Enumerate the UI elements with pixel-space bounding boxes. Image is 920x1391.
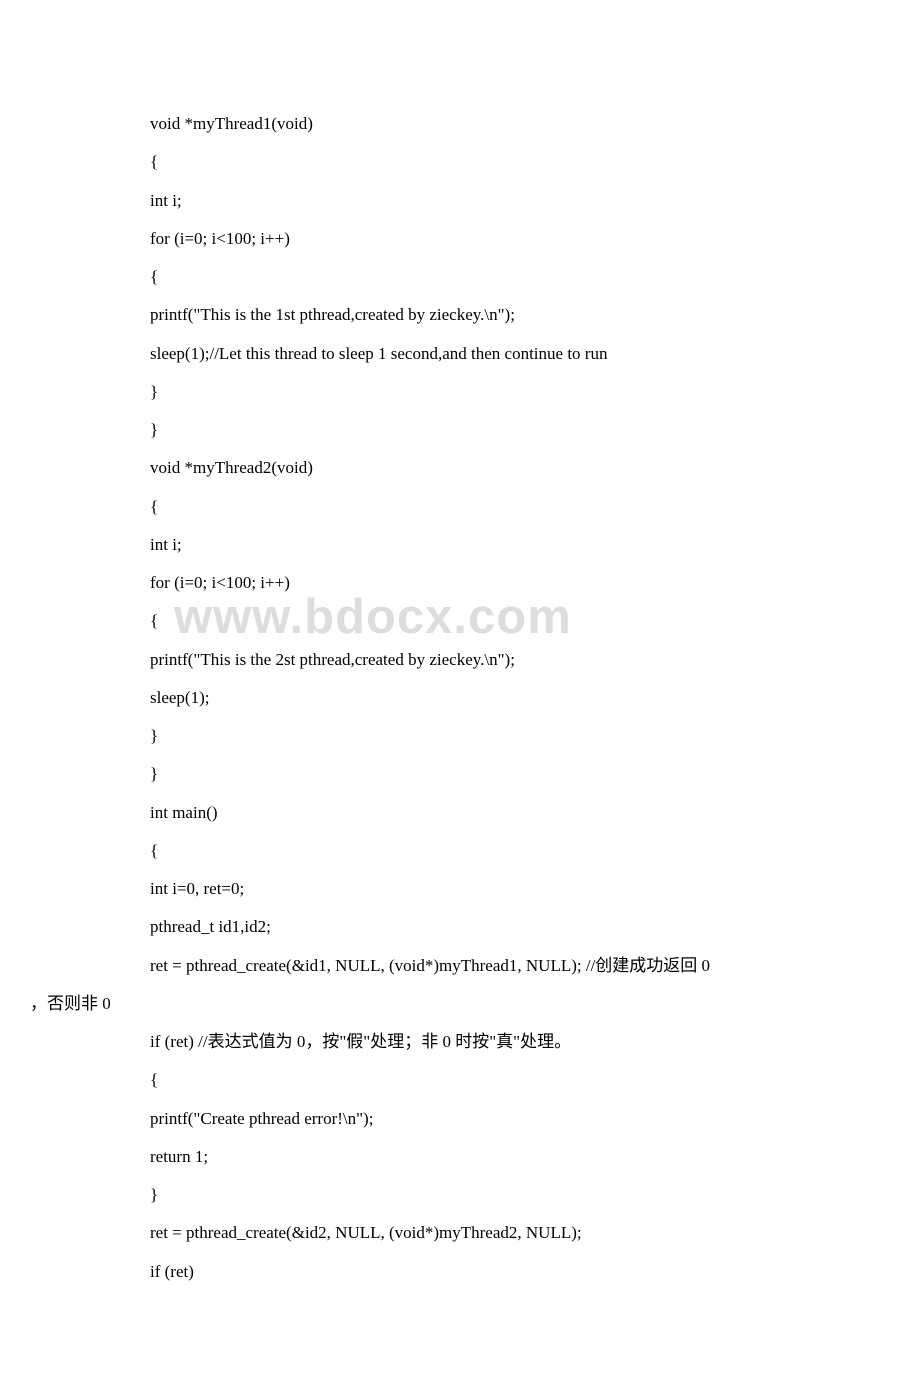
code-line: int i=0, ret=0; [150,870,860,908]
code-line: } [150,1176,860,1214]
code-line: { [150,832,860,870]
code-line: void *myThread1(void) [150,105,860,143]
code-line: ，否则非 0 [30,985,860,1023]
code-line: { [150,143,860,181]
code-line: } [150,373,860,411]
code-line: } [150,411,860,449]
code-line: return 1; [150,1138,860,1176]
code-line: { [150,602,860,640]
code-line: int i; [150,526,860,564]
code-line: printf("Create pthread error!\n"); [150,1100,860,1138]
code-line: printf("This is the 1st pthread,created … [150,296,860,334]
code-line: void *myThread2(void) [150,449,860,487]
code-line: { [150,1061,860,1099]
code-line: sleep(1);//Let this thread to sleep 1 se… [150,335,860,373]
code-line: { [150,488,860,526]
code-line: } [150,717,860,755]
code-line: ret = pthread_create(&id1, NULL, (void*)… [150,947,860,985]
code-line: pthread_t id1,id2; [150,908,860,946]
code-line: if (ret) [150,1253,860,1291]
code-line: printf("This is the 2st pthread,created … [150,641,860,679]
code-line: ret = pthread_create(&id2, NULL, (void*)… [150,1214,860,1252]
code-line: int i; [150,182,860,220]
code-content: void *myThread1(void) { int i; for (i=0;… [150,105,860,1291]
code-line: for (i=0; i<100; i++) [150,564,860,602]
code-line: sleep(1); [150,679,860,717]
code-line: } [150,755,860,793]
code-line: int main() [150,794,860,832]
code-line: { [150,258,860,296]
code-line: if (ret) //表达式值为 0，按"假"处理；非 0 时按"真"处理。 [150,1023,860,1061]
code-line: for (i=0; i<100; i++) [150,220,860,258]
